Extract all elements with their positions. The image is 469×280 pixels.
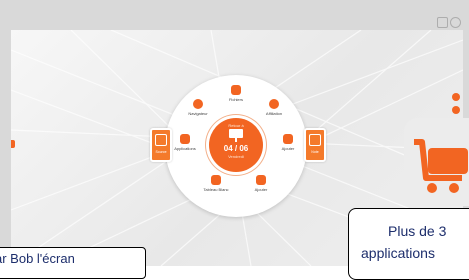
grid-icon (180, 134, 190, 144)
whiteboard-icon (211, 175, 221, 185)
folder-icon (231, 85, 241, 95)
monitor-icon (229, 129, 243, 138)
status-bar (11, 14, 463, 30)
screen-callout: ar Bob l'écran (0, 247, 146, 279)
launcher-item-add-bottom[interactable]: Ajouter (241, 175, 281, 192)
apps-callout: Plus de 3 applications (348, 208, 469, 280)
launcher-item-affiliation[interactable]: Affiliation (254, 99, 294, 116)
left-edge-handle[interactable] (11, 140, 15, 148)
pen-icon (309, 134, 321, 146)
globe-icon (193, 99, 203, 109)
launcher-center-button[interactable]: Retour à 04 / 06 Vendredi (209, 118, 263, 172)
center-day: Vendredi (228, 154, 244, 159)
right-edge-down-control[interactable] (452, 106, 460, 114)
monitor-stand (235, 138, 237, 142)
input-source-icon (155, 134, 167, 146)
plus-icon (283, 134, 293, 144)
side-button-source[interactable]: Source (150, 128, 172, 162)
wifi-icon (450, 17, 461, 28)
center-date: 04 / 06 (223, 144, 249, 153)
side-button-note[interactable]: Note (304, 128, 326, 162)
launcher-item-files[interactable]: Fichiers (216, 85, 256, 102)
cart-badge (404, 118, 469, 206)
launcher-item-browser[interactable]: Navigateur (178, 99, 218, 116)
right-edge-up-control[interactable] (452, 93, 460, 101)
chat-icon (269, 99, 279, 109)
screenshot-icon (437, 17, 448, 28)
launcher-item-add-right[interactable]: Ajouter (268, 134, 308, 151)
launcher-item-whiteboard[interactable]: Tableau Blanc (196, 175, 236, 192)
shopping-cart-icon (414, 139, 468, 193)
plus-icon (256, 175, 266, 185)
